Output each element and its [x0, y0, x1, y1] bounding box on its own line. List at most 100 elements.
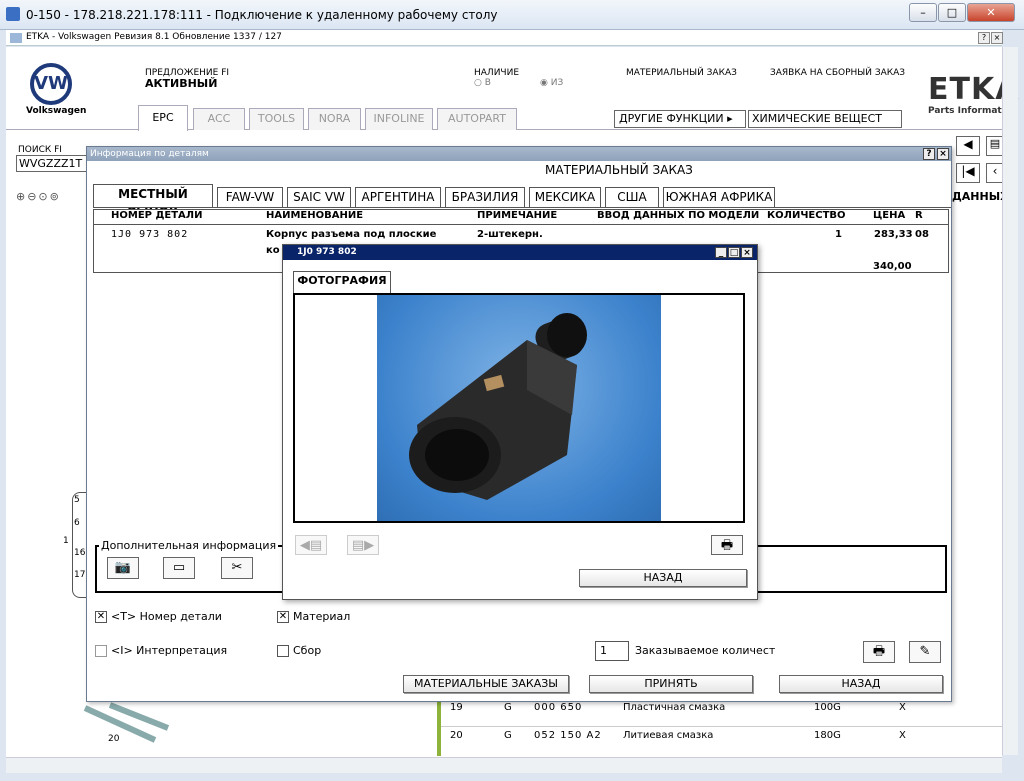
- col-model-data: ВВОД ДАННЫХ ПО МОДЕЛИ: [597, 210, 760, 221]
- zoom-toolbar[interactable]: ⊕⊖⊙⊚: [16, 190, 86, 206]
- diagram-num: 6: [74, 518, 80, 528]
- col-name: НАИМЕНОВАНИЕ: [266, 210, 364, 221]
- bg-row-qty: 100G: [814, 702, 841, 713]
- col-part-number: НОМЕР ДЕТАЛИ: [111, 210, 203, 221]
- assembly-checkbox[interactable]: [277, 645, 289, 657]
- horizontal-scrollbar[interactable]: [6, 757, 1002, 773]
- row-qty: 1: [835, 229, 842, 240]
- material-checkbox[interactable]: ✕: [277, 611, 289, 623]
- tab-brazil[interactable]: БРАЗИЛИЯ: [445, 187, 525, 207]
- availability-label: НАЛИЧИЕ: [474, 68, 520, 78]
- bg-row-g: G: [504, 730, 512, 741]
- col-note: ПРИМЕЧАНИЕ: [477, 210, 558, 221]
- diagram-illustration: [83, 702, 170, 743]
- accept-button[interactable]: ПРИНЯТЬ: [589, 675, 753, 693]
- bg-row-part: 052 150 A2: [534, 730, 602, 741]
- tab-south-africa[interactable]: ЮЖНАЯ АФРИКА: [663, 187, 775, 207]
- bg-row-pos: 20: [450, 730, 463, 741]
- tools-icon[interactable]: ✂: [221, 557, 253, 579]
- photo-maximize-button[interactable]: □: [728, 247, 740, 258]
- diagram-num: 16: [74, 548, 86, 558]
- etka-title: ETKA - Volkswagen Ревизия 8.1 Обновление…: [26, 32, 282, 42]
- diagram-num: 5: [74, 495, 80, 505]
- tab-faw-vw[interactable]: FAW-VW: [217, 187, 283, 207]
- search-label: ПОИСК FI: [18, 145, 62, 155]
- chemicals-select[interactable]: ХИМИЧЕСКИЕ ВЕЩЕСТ: [748, 110, 902, 128]
- close-button[interactable]: ✕: [967, 3, 1015, 22]
- tab-infoline[interactable]: INFOLINE: [365, 108, 433, 130]
- photo-close-button[interactable]: ×: [741, 247, 753, 258]
- tab-argentina[interactable]: АРГЕНТИНА: [355, 187, 441, 207]
- extra-info-label: Дополнительная информация: [99, 539, 279, 552]
- edit-icon[interactable]: ✎: [909, 641, 941, 663]
- col-r: R: [915, 210, 923, 221]
- etka-app-icon: [10, 33, 22, 43]
- etka-logo-sub: Parts Informat: [928, 106, 1002, 116]
- bg-row-x: X: [899, 702, 906, 713]
- photo-print-icon[interactable]: 🖶: [711, 535, 743, 555]
- camera-icon[interactable]: 📷: [107, 557, 139, 579]
- bg-row-x: X: [899, 730, 906, 741]
- details-dialog-titlebar: Информация по деталям ? ×: [87, 147, 951, 161]
- photo-back-button[interactable]: НАЗАД: [579, 569, 747, 587]
- details-close-button[interactable]: ×: [937, 148, 949, 160]
- diagram-bracket: [72, 492, 86, 598]
- window-title: 0-150 - 178.218.221.178:111 - Подключени…: [26, 8, 498, 22]
- vertical-scrollbar[interactable]: [1002, 47, 1018, 755]
- details-dialog-title: Информация по деталям: [90, 149, 209, 159]
- brand-label: Volkswagen: [26, 106, 87, 116]
- tab-autopart[interactable]: AUTOPART: [437, 108, 517, 130]
- vw-logo: VW: [30, 63, 72, 105]
- row-name: Корпус разъема под плоские: [266, 229, 437, 240]
- tab-nora[interactable]: NORA: [308, 108, 361, 130]
- remote-desktop-icon: [6, 7, 20, 21]
- tab-local-market[interactable]: МЕСТНЫЙ РЫНОК: [93, 184, 213, 219]
- tab-tools[interactable]: TOOLS: [249, 108, 304, 130]
- avail-in-radio[interactable]: ○ В: [474, 78, 491, 88]
- bg-row-name: Литиевая смазка: [623, 730, 714, 741]
- tab-photo[interactable]: ФОТОГРАФИЯ: [293, 271, 391, 294]
- minimize-button[interactable]: –: [909, 3, 937, 22]
- etka-close-button[interactable]: ×: [991, 32, 1003, 44]
- row-highlight: [437, 700, 441, 756]
- interpretation-checkbox[interactable]: [95, 645, 107, 657]
- order-qty-input[interactable]: 1: [595, 641, 629, 661]
- search-input[interactable]: WVGZZZ1T: [16, 155, 88, 172]
- material-order-label: МАТЕРИАЛЬНЫЙ ЗАКАЗ: [626, 68, 737, 78]
- row-part-number: 1J0 973 802: [111, 229, 189, 240]
- tab-mexico[interactable]: МЕКСИКА: [529, 187, 601, 207]
- photo-next-icon[interactable]: ▤▶: [347, 535, 379, 555]
- tab-acc[interactable]: ACC: [193, 108, 245, 130]
- details-help-button[interactable]: ?: [923, 148, 935, 160]
- part-number-option-label: <T> Номер детали: [111, 610, 222, 623]
- frame-icon[interactable]: ▭: [163, 557, 195, 579]
- help-button[interactable]: ?: [978, 32, 990, 44]
- row-total: 340,00: [873, 261, 912, 272]
- back-button[interactable]: НАЗАД: [779, 675, 943, 693]
- other-functions-button[interactable]: ДРУГИЕ ФУНКЦИИ ▸: [614, 110, 746, 128]
- bg-row-name: Пластичная смазка: [623, 702, 726, 713]
- tab-usa[interactable]: США: [605, 187, 659, 207]
- nav-prev-icon[interactable]: ◀: [956, 136, 980, 156]
- photo-prev-icon[interactable]: ◀▤: [295, 535, 327, 555]
- bg-row-g: G: [504, 702, 512, 713]
- first-page-icon[interactable]: |◀: [956, 163, 980, 183]
- tab-saic-vw[interactable]: SAIC VW: [287, 187, 351, 207]
- row-price: 283,33: [874, 229, 913, 240]
- etka-titlebar: ETKA - Volkswagen Ревизия 8.1 Обновление…: [6, 30, 1003, 46]
- interpretation-option-label: <I> Интерпретация: [111, 644, 228, 657]
- assembly-order-label: ЗАЯВКА НА СБОРНЫЙ ЗАКАЗ: [770, 68, 906, 78]
- bg-row-part: 000 650: [534, 702, 583, 713]
- row-r: 08: [915, 229, 929, 240]
- photo-minimize-button[interactable]: _: [715, 247, 727, 258]
- order-qty-label: Заказываемое количест: [635, 644, 776, 657]
- part-number-checkbox[interactable]: ✕: [95, 611, 107, 623]
- avail-from-radio[interactable]: ◉ ИЗ: [540, 78, 563, 88]
- material-option-label: Материал: [293, 610, 351, 623]
- material-orders-button[interactable]: МАТЕРИАЛЬНЫЕ ЗАКАЗЫ: [403, 675, 569, 693]
- print-icon[interactable]: 🖶: [863, 641, 895, 663]
- part-photo: [377, 295, 661, 521]
- photo-dialog-title: 1J0 973 802: [297, 247, 357, 257]
- maximize-button[interactable]: □: [938, 3, 966, 22]
- tab-epc[interactable]: EPC: [138, 105, 188, 131]
